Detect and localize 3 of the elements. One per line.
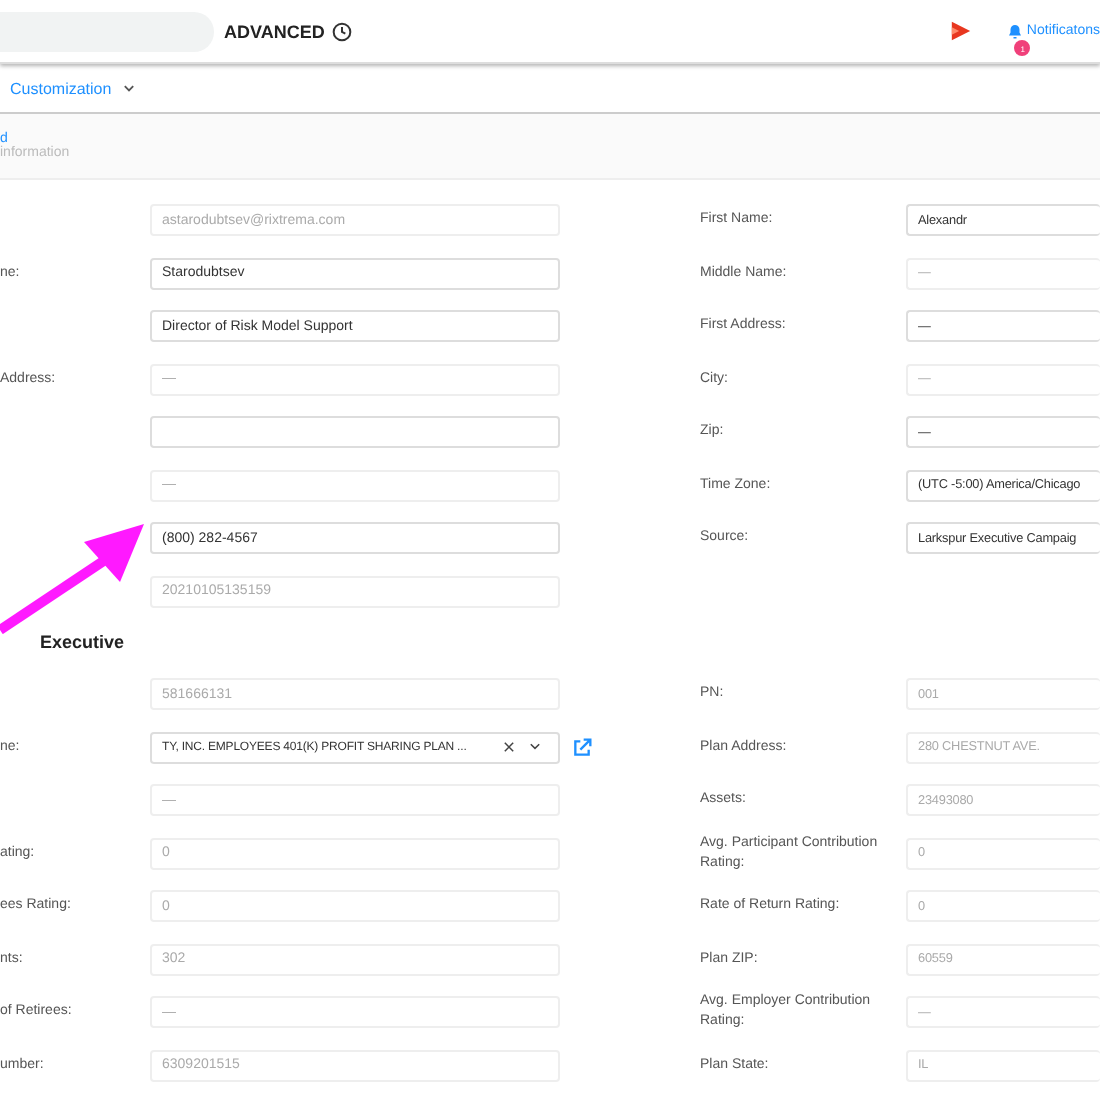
section-title: Executive — [38, 632, 127, 656]
mode-title: ADVANCED — [224, 21, 325, 41]
customization-tab[interactable]: Customization — [10, 79, 136, 97]
